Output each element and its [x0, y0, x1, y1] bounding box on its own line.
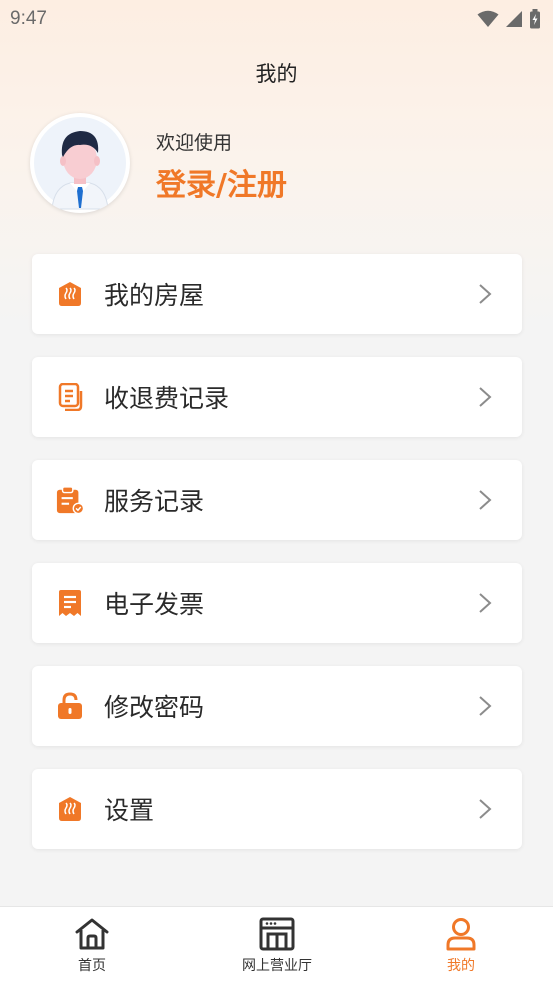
signal-icon	[506, 11, 522, 27]
chevron-right-icon	[479, 593, 492, 613]
page-title: 我的	[255, 62, 298, 86]
menu-item-my-house[interactable]: 我的房屋	[32, 254, 522, 334]
chevron-right-icon	[479, 284, 492, 304]
welcome-text: 欢迎使用	[156, 132, 233, 154]
chevron-right-icon	[479, 799, 492, 819]
lock-icon	[56, 692, 84, 720]
menu-item-label: 电子发票	[104, 590, 205, 619]
status-time: 9:47	[10, 8, 47, 29]
receipt-icon	[56, 589, 84, 617]
menu-item-label: 设置	[104, 796, 155, 825]
tab-label: 我的	[447, 958, 475, 974]
wifi-icon	[477, 10, 499, 27]
status-icons	[477, 9, 541, 29]
chevron-right-icon	[479, 490, 492, 510]
tab-home[interactable]: 首页	[52, 907, 132, 984]
status-bar: 9:47	[0, 0, 553, 38]
menu-list: 我的房屋 收退费记录 服务记录 电子发票 修改密码 设置	[32, 254, 522, 872]
menu-item-settings[interactable]: 设置	[32, 769, 522, 849]
tab-mine[interactable]: 我的	[421, 907, 501, 984]
menu-item-service-records[interactable]: 服务记录	[32, 460, 522, 540]
person-icon	[446, 918, 476, 951]
menu-item-payment-records[interactable]: 收退费记录	[32, 357, 522, 437]
tab-online-service-hall[interactable]: 网上营业厅	[222, 907, 332, 984]
user-avatar-icon	[34, 117, 126, 210]
menu-item-label: 收退费记录	[104, 384, 230, 413]
menu-item-label: 我的房屋	[104, 281, 205, 310]
tab-label: 网上营业厅	[242, 958, 312, 974]
menu-item-change-password[interactable]: 修改密码	[32, 666, 522, 746]
document-icon	[56, 383, 84, 411]
home-icon	[75, 918, 109, 950]
chevron-right-icon	[479, 387, 492, 407]
menu-item-label: 服务记录	[104, 487, 205, 516]
battery-icon	[530, 9, 540, 29]
tab-label: 首页	[78, 958, 106, 974]
storefront-icon	[259, 917, 295, 951]
house-icon	[56, 280, 84, 308]
clipboard-check-icon	[56, 486, 84, 515]
avatar[interactable]	[30, 113, 130, 213]
menu-item-e-invoice[interactable]: 电子发票	[32, 563, 522, 643]
menu-item-label: 修改密码	[104, 693, 205, 722]
login-register-link[interactable]: 登录/注册	[156, 160, 287, 204]
house-icon	[56, 795, 84, 823]
chevron-right-icon	[479, 696, 492, 716]
bottom-tab-bar: 首页 网上营业厅 我的	[0, 906, 553, 984]
